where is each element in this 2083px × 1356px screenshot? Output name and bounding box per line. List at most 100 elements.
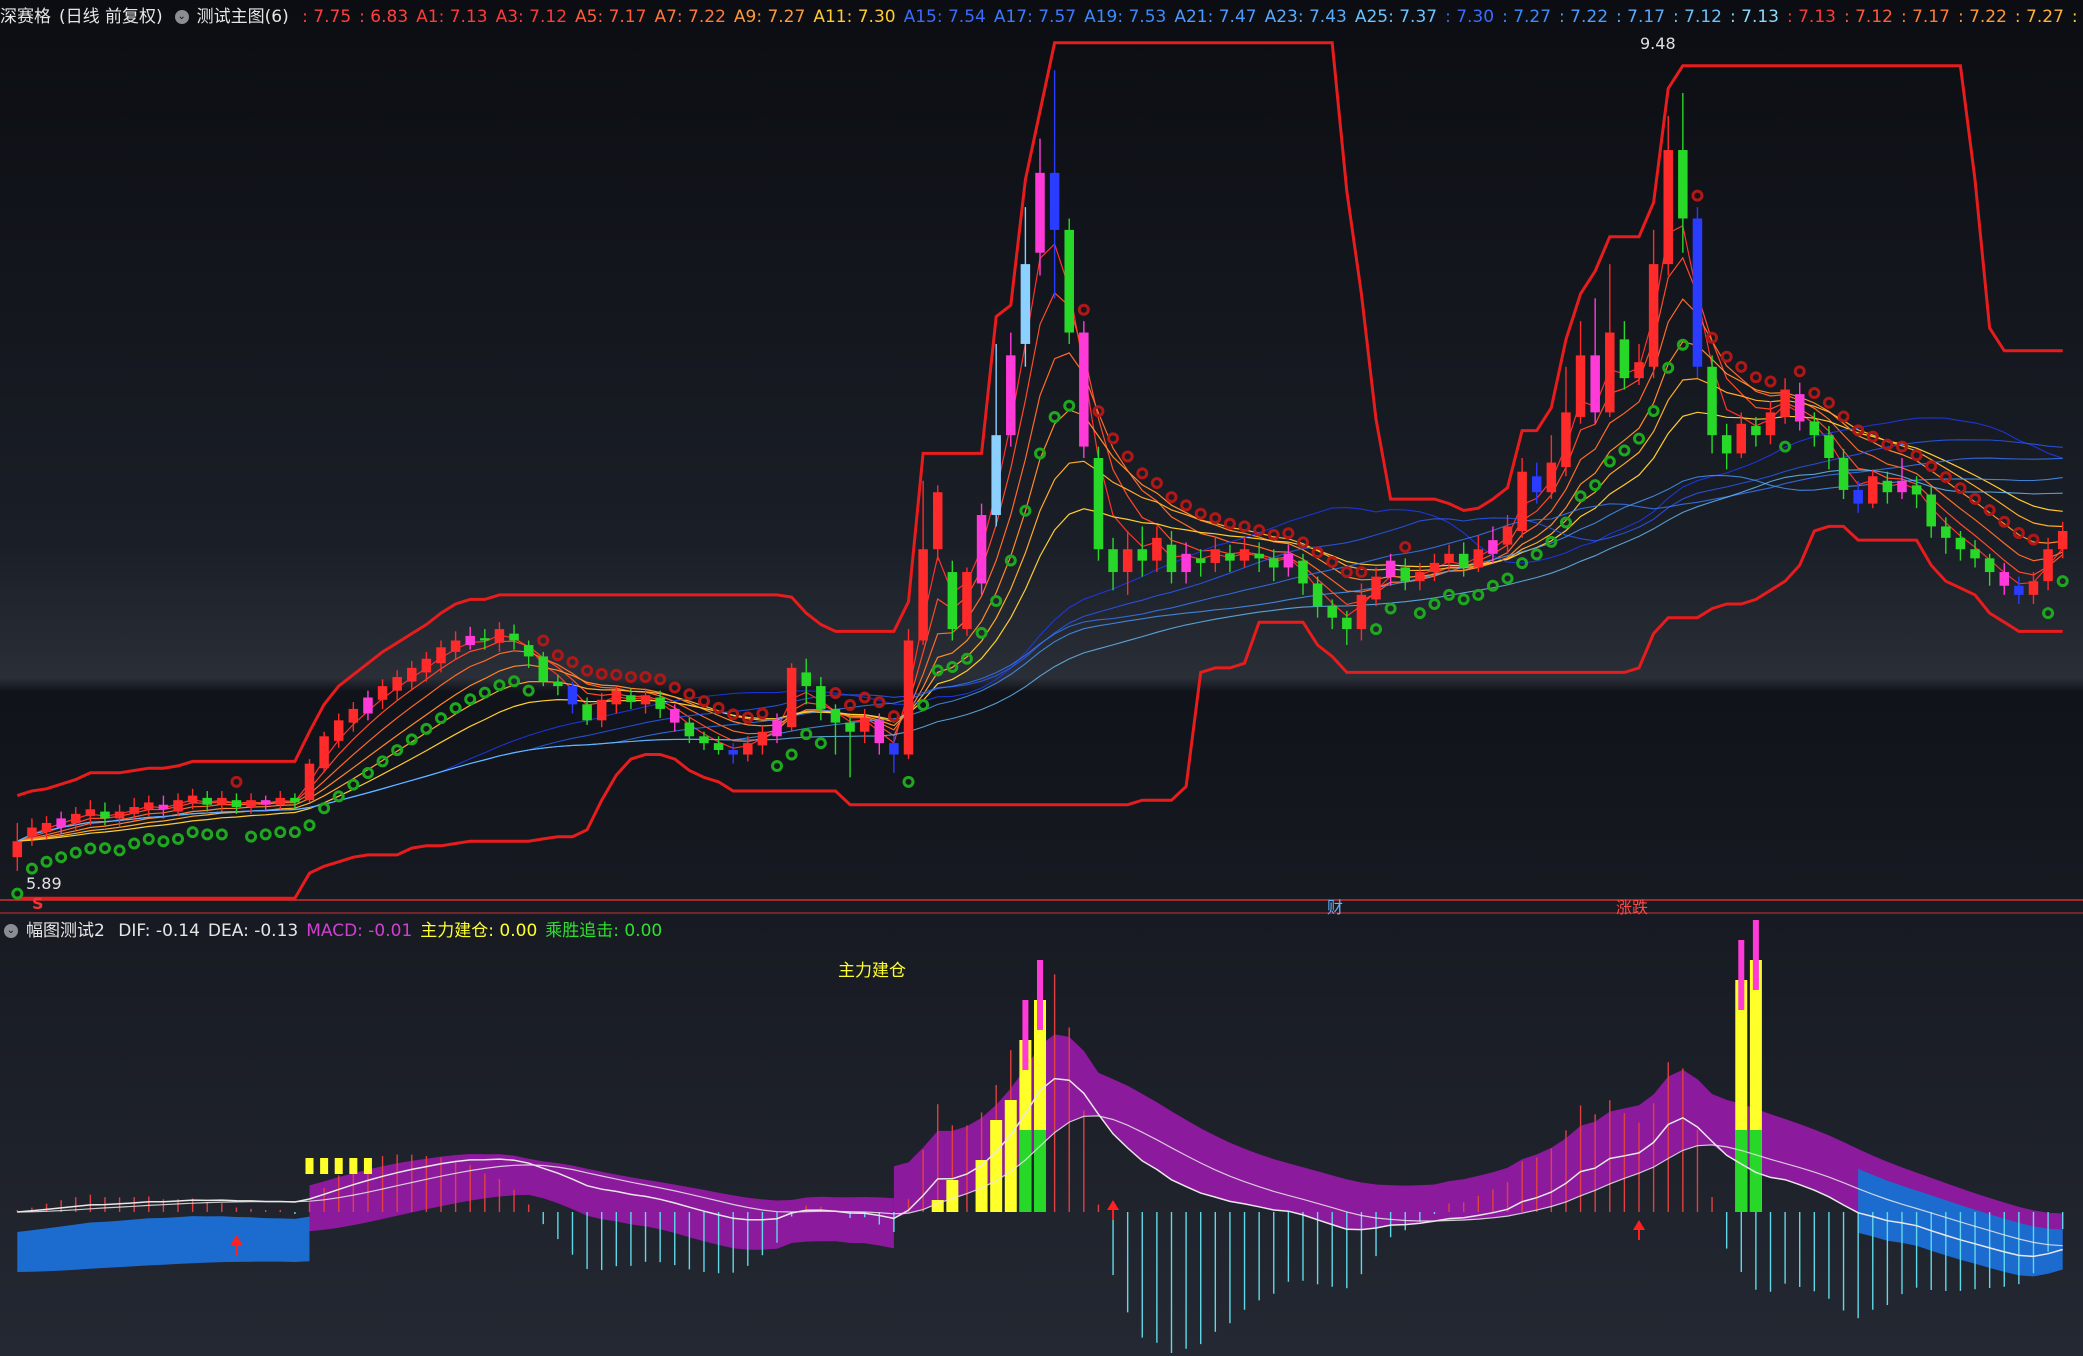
sar-dot <box>1428 597 1441 610</box>
sub-indicator-name[interactable]: 幅图测试2 <box>26 921 105 941</box>
sar-dot <box>1881 438 1894 451</box>
candle-body <box>348 708 359 723</box>
indicator-value: MACD: -0.01 <box>306 921 413 941</box>
candle-body <box>290 797 300 803</box>
candle-body <box>465 635 475 646</box>
sar-dot <box>1764 375 1777 388</box>
candle-body <box>1137 549 1148 561</box>
candle-body <box>231 800 242 808</box>
sar-dot <box>1311 546 1324 559</box>
candle-body <box>1648 264 1659 367</box>
candle-body <box>202 797 212 805</box>
candle-body <box>655 697 665 709</box>
sar-dot <box>1048 410 1061 423</box>
candle-body <box>1590 355 1600 413</box>
indicator-value: 乘胜追击: 0.00 <box>545 921 663 941</box>
indicator-value: : 7.30 <box>2071 7 2083 27</box>
sar-dot <box>771 759 784 772</box>
candle-body <box>640 695 651 705</box>
small-build-bar <box>334 1158 343 1174</box>
sar-dot <box>55 851 68 864</box>
candle-body <box>319 736 329 769</box>
long-moving-average-line <box>17 474 2063 842</box>
small-build-bar <box>363 1158 372 1174</box>
sar-dot <box>113 844 126 857</box>
sar-dot <box>1676 338 1689 351</box>
candle-body <box>611 690 622 705</box>
chase-bar <box>1735 1130 1748 1212</box>
indicator-value: : 7.17 <box>1616 7 1666 27</box>
jiancang-label: 主力建仓 <box>838 961 906 981</box>
candle-body <box>421 658 432 673</box>
sar-dot <box>274 826 287 839</box>
sar-dot <box>1326 556 1339 569</box>
sub-indicator-menu-icon[interactable]: ⌄ <box>4 924 18 938</box>
candle-body <box>1371 576 1381 600</box>
finance-marker[interactable]: 财 <box>1327 894 1343 918</box>
candle-body <box>2014 585 2024 595</box>
sar-dot <box>1735 360 1748 373</box>
candle-body <box>1955 537 1966 550</box>
sar-dot <box>1939 471 1952 484</box>
candle-body <box>1765 412 1776 436</box>
candle-body <box>494 629 505 643</box>
indicator-value: : 7.13 <box>1786 7 1836 27</box>
candle-body <box>947 572 958 630</box>
sub-chart-header: ⌄ 幅图测试2 DIF: -0.14 DEA: -0.13 MACD: -0.01 主力… <box>0 918 678 944</box>
indicator-value: A11: 7.30 <box>813 7 896 27</box>
candle-body <box>1926 494 1936 527</box>
candle-body <box>12 841 23 858</box>
sar-dot <box>1998 515 2011 528</box>
candle-body <box>553 681 563 687</box>
indicator-value: A1: 7.13 <box>416 7 488 27</box>
indicator-menu-icon[interactable]: ⌄ <box>174 10 189 24</box>
indicator-value: A23: 7.43 <box>1264 7 1347 27</box>
indicator-value: : 7.12 <box>1843 7 1893 27</box>
candle-body <box>1225 553 1235 561</box>
sar-dot <box>1165 491 1178 504</box>
indicator-value: A5: 7.17 <box>575 7 647 27</box>
candle-body <box>1999 572 2010 586</box>
lower-band-line <box>17 524 2063 900</box>
candle-body <box>1210 549 1221 563</box>
candle-body <box>962 572 972 630</box>
sar-dot <box>1662 361 1675 374</box>
build-position-bar <box>990 1120 1003 1212</box>
chart-period: (日线 前复权) <box>59 7 163 27</box>
candle-body <box>903 640 914 755</box>
main-indicator-name[interactable]: 测试主图(6) <box>197 7 289 27</box>
candle-body <box>1897 480 1907 493</box>
candle-body <box>1166 544 1177 573</box>
stock-chart[interactable] <box>0 0 2083 1356</box>
indicator-value: A9: 7.27 <box>733 7 806 27</box>
sar-dot <box>1837 410 1850 423</box>
sar-dot <box>1603 455 1616 468</box>
small-build-bar <box>305 1158 314 1174</box>
candle-body <box>1356 594 1367 630</box>
candle-body <box>1634 362 1644 379</box>
sar-dot <box>1501 572 1514 585</box>
limit-marker[interactable]: 涨跌 <box>1616 894 1648 918</box>
sar-dot <box>595 667 608 680</box>
candle-body <box>1838 458 1849 490</box>
indicator-value: DEA: -0.13 <box>207 921 299 941</box>
candle-body <box>1108 549 1118 573</box>
candle-body <box>976 515 987 584</box>
sar-dot <box>2042 607 2055 620</box>
sar-dot <box>2027 533 2040 546</box>
sar-dot <box>449 702 462 715</box>
sar-dot <box>1413 607 1426 620</box>
sar-dot <box>1180 499 1193 512</box>
candle-body <box>407 667 417 682</box>
candle-body <box>1195 558 1206 563</box>
indicator-value: A7: 7.22 <box>654 7 726 27</box>
sar-dot <box>1706 331 1719 344</box>
sar-dot <box>508 675 521 688</box>
indicator-value: : 7.22 <box>1559 7 1609 27</box>
sar-dot <box>712 701 725 714</box>
sar-dot <box>215 828 228 841</box>
candle-body <box>918 549 928 641</box>
sar-dot <box>683 688 696 701</box>
candle-body <box>1561 412 1571 468</box>
candle-body <box>1298 560 1308 584</box>
